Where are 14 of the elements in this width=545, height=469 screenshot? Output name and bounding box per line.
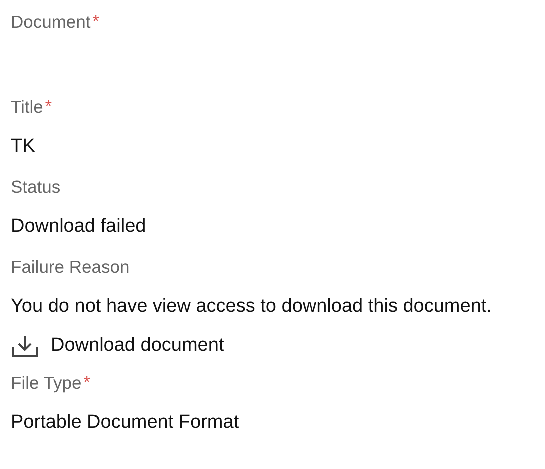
field-value: Download failed	[11, 216, 146, 238]
field-label: Failure Reason	[11, 256, 130, 278]
required-mark: *	[92, 12, 100, 32]
field-value: TK	[11, 136, 36, 158]
required-mark: *	[84, 373, 90, 393]
field-label: Status	[11, 176, 61, 198]
download-link[interactable]: Download document	[11, 331, 224, 361]
field-label: Title	[11, 96, 44, 118]
download-icon	[11, 334, 39, 358]
field-label: Document	[11, 12, 91, 32]
required-mark: *	[45, 97, 52, 117]
field-label: File Type	[11, 372, 82, 394]
field-value: You do not have view access to download this document.	[11, 296, 492, 318]
field-value: Portable Document Format	[11, 412, 240, 434]
